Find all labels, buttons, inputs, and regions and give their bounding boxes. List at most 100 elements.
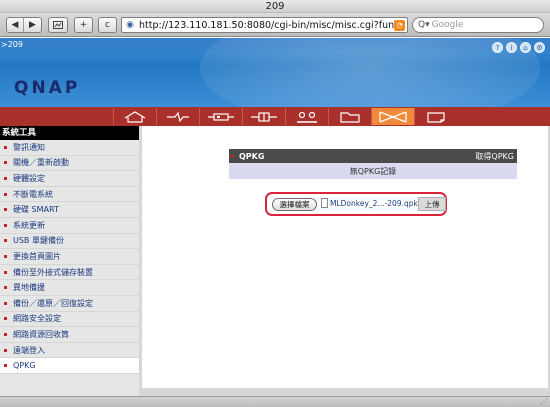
sidebar-item-remote-replication[interactable]: 異地備援: [0, 280, 139, 296]
sidebar-item-change-banner[interactable]: 更換首頁圖片: [0, 249, 139, 265]
sidebar-item-label: USB 單鍵備份: [13, 236, 64, 246]
sidebar-item-label: 不斷電系統: [13, 189, 53, 199]
network-icon: [167, 111, 189, 122]
sidebar-item-remote-login[interactable]: 遠端登入: [0, 343, 139, 359]
qnap-header: >209 ? i ⌂ ⚙ QNAP: [0, 38, 550, 107]
nav-tab-system-tools[interactable]: [371, 108, 414, 125]
home-icon: [124, 110, 146, 123]
sidebar-item-recycle-bin[interactable]: 網路資源回收筒: [0, 327, 139, 343]
sidebar-item-label: 遠端登入: [13, 345, 45, 355]
qnap-logo: QNAP: [14, 78, 81, 98]
model-label: >209: [1, 40, 23, 49]
upload-form: 選擇檔案 MLDonkey_2...-209.qpkg 上傳: [265, 192, 447, 216]
folder-icon: [340, 111, 360, 123]
sidebar-item-label: 警訊通知: [13, 142, 45, 152]
sidebar-item-label: 異地備援: [13, 283, 45, 293]
help-icon[interactable]: ?: [492, 42, 503, 53]
qpkg-empty-row: 無QPKG記錄: [229, 163, 517, 179]
main-nav: [0, 107, 550, 126]
sidebar-item-label: 網路安全設定: [13, 314, 61, 324]
sidebar-item-alerts[interactable]: 警訊通知: [0, 140, 139, 156]
sidebar-item-label: 網路資源回收筒: [13, 329, 69, 339]
nav-tabs: [113, 108, 457, 125]
bullet-icon: [4, 208, 7, 212]
get-qpkg-link[interactable]: 取得QPKG: [475, 151, 514, 162]
home-icon[interactable]: ⌂: [520, 42, 531, 53]
search-field[interactable]: Q▾ Google: [412, 17, 544, 33]
browser-toolbar: ◀ ▶ + c ◉ http://123.110.181.50:8080/cgi…: [0, 13, 550, 37]
system-tools-icon: [379, 110, 407, 123]
browser-status-bar: ⋰: [0, 396, 550, 407]
sidebar-item-security[interactable]: 網路安全設定: [0, 312, 139, 328]
bullet-icon: [4, 348, 7, 352]
bullet-icon: [4, 286, 7, 290]
group-icon: [297, 111, 317, 123]
sidebar-item-qpkg[interactable]: QPKG: [0, 358, 139, 374]
back-button[interactable]: ◀: [7, 18, 24, 32]
search-icon: Q▾: [418, 20, 430, 30]
reload-button[interactable]: c: [98, 17, 117, 33]
webclip-icon: [49, 18, 67, 32]
rss-icon[interactable]: ◔: [394, 19, 405, 31]
screenshot-button[interactable]: [48, 17, 68, 33]
bullet-icon: [231, 154, 234, 158]
nav-tab-folder[interactable]: [328, 108, 371, 125]
sidebar-item-external-backup[interactable]: 備份至外接式儲存裝置: [0, 265, 139, 281]
globe-icon: ◉: [126, 20, 134, 30]
sidebar-item-label: QPKG: [13, 361, 36, 371]
upload-button[interactable]: 上傳: [418, 197, 446, 211]
sidebar-item-label: 備份／還原／回復設定: [13, 298, 93, 308]
window-title: 209: [0, 0, 550, 13]
bullet-icon: [4, 176, 7, 180]
sidebar-item-shutdown[interactable]: 關機／重新啟動: [0, 156, 139, 172]
bullet-icon: [4, 364, 7, 368]
status-icon: [427, 111, 445, 123]
nav-tab-home[interactable]: [113, 108, 156, 125]
bullet-icon: [4, 317, 7, 321]
plus-icon: +: [79, 20, 88, 30]
sidebar-item-ups[interactable]: 不斷電系統: [0, 187, 139, 203]
sidebar-item-usb-backup[interactable]: USB 單鍵備份: [0, 234, 139, 250]
address-bar[interactable]: ◉ http://123.110.181.50:8080/cgi-bin/mis…: [121, 17, 408, 33]
sidebar-item-hardware[interactable]: 硬體設定: [0, 171, 139, 187]
sidebar-title: 系統工具: [0, 126, 139, 140]
bullet-icon: [4, 223, 7, 227]
qpkg-table-header: QPKG 取得QPKG: [229, 149, 517, 163]
bullet-icon: [4, 332, 7, 336]
choose-file-button[interactable]: 選擇檔案: [272, 198, 317, 211]
sidebar-item-label: 備份至外接式儲存裝置: [13, 267, 93, 277]
sidebar-item-backup-restore[interactable]: 備份／還原／回復設定: [0, 296, 139, 312]
sidebar-item-label: 關機／重新啟動: [13, 158, 69, 168]
sidebar-item-label: 硬碟 SMART: [13, 205, 59, 215]
sidebar-item-smart[interactable]: 硬碟 SMART: [0, 202, 139, 218]
bullet-icon: [4, 145, 7, 149]
bullet-icon: [4, 161, 7, 165]
resize-grip-icon[interactable]: ⋰: [540, 397, 548, 406]
forward-button[interactable]: ▶: [24, 18, 41, 32]
nav-tab-group[interactable]: [285, 108, 328, 125]
main-panel: QPKG 取得QPKG 無QPKG記錄 選擇檔案 MLDonkey_2...-2…: [139, 126, 550, 396]
nav-buttons: ◀ ▶: [6, 17, 42, 33]
url-text[interactable]: http://123.110.181.50:8080/cgi-bin/misc/…: [139, 20, 394, 31]
nav-tab-network[interactable]: [156, 108, 199, 125]
selected-file-name: MLDonkey_2...-209.qpkg: [330, 199, 423, 208]
bullet-icon: [4, 301, 7, 305]
search-placeholder: Google: [431, 20, 464, 30]
bullet-icon: [4, 192, 7, 196]
content-area: QPKG 取得QPKG 無QPKG記錄 選擇檔案 MLDonkey_2...-2…: [142, 126, 548, 388]
info-icon[interactable]: i: [506, 42, 517, 53]
nav-tab-user[interactable]: [242, 108, 285, 125]
nav-tab-status[interactable]: [414, 108, 457, 125]
sidebar-item-firmware[interactable]: 系統更新: [0, 218, 139, 234]
bullet-icon: [4, 239, 7, 243]
file-icon: [321, 198, 328, 208]
qpkg-title: QPKG: [239, 151, 265, 161]
add-bookmark-button[interactable]: +: [74, 17, 93, 33]
bullet-icon: [4, 254, 7, 258]
nav-tab-device[interactable]: [199, 108, 242, 125]
settings-icon[interactable]: ⚙: [534, 42, 545, 53]
reload-icon: c: [105, 20, 110, 30]
user-icon: [251, 111, 277, 122]
sidebar-item-label: 系統更新: [13, 220, 45, 230]
sidebar-item-label: 硬體設定: [13, 173, 45, 183]
